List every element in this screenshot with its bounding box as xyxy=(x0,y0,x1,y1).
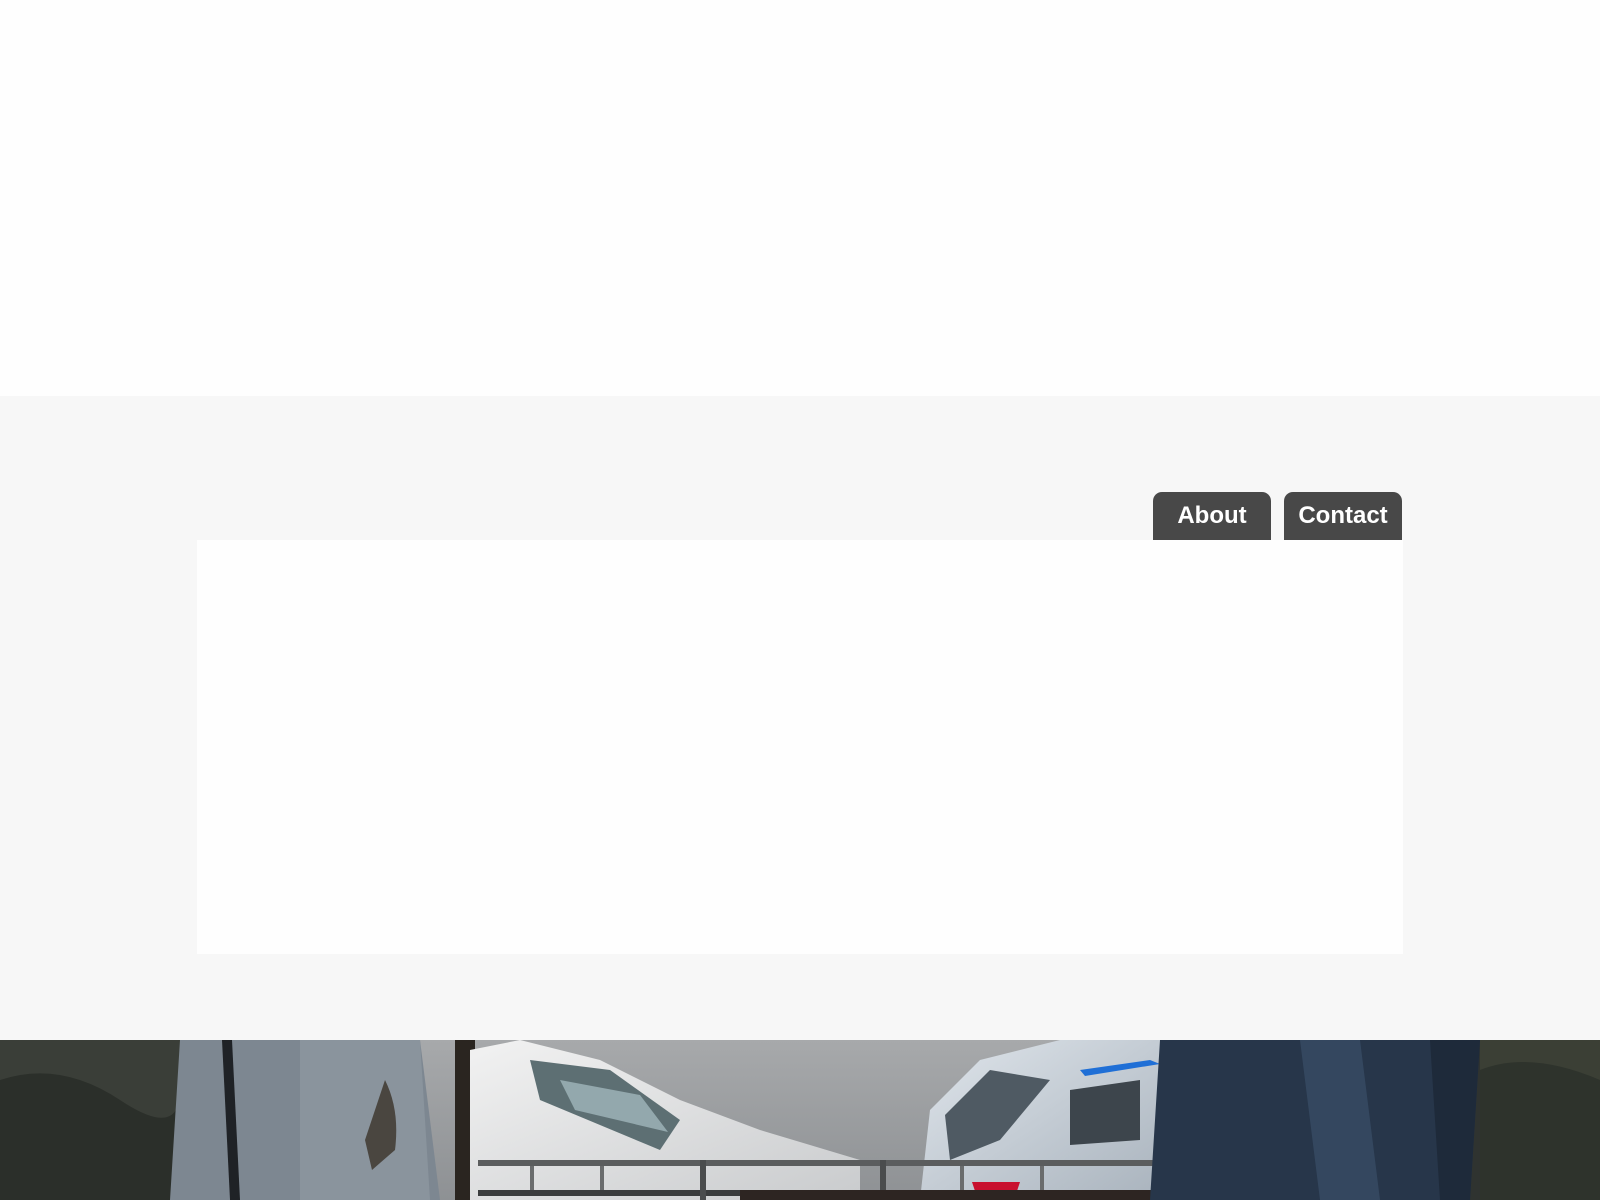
street-photo-image xyxy=(0,1040,1600,1200)
header-blank-area xyxy=(0,0,1600,396)
content-panel xyxy=(197,540,1403,954)
nav-tab-contact[interactable]: Contact xyxy=(1284,492,1402,540)
nav-tab-about[interactable]: About xyxy=(1153,492,1271,540)
main-nav: About Contact xyxy=(1153,492,1402,540)
page: About Contact xyxy=(0,0,1600,1200)
